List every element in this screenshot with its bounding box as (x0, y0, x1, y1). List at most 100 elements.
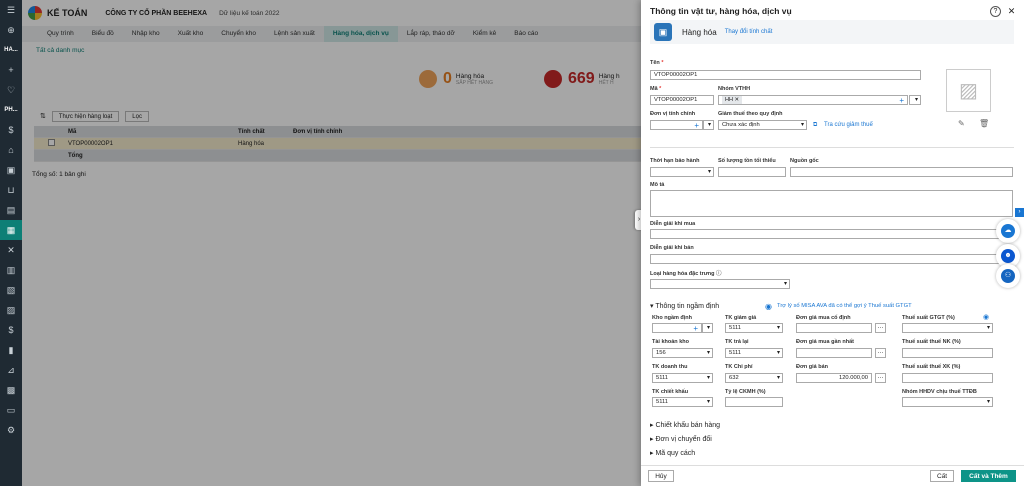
sell-desc-field[interactable] (650, 254, 1013, 264)
bag-icon[interactable]: ▣ (0, 160, 22, 180)
change-type-link[interactable]: Thay đổi tính chất (725, 29, 773, 35)
import-tax-label: Thuế suất thuế NK (%) (902, 339, 961, 345)
fixed-buy-price-more-button[interactable]: … (875, 323, 886, 333)
sidebar-section-label: HA... (4, 47, 18, 53)
settings-icon[interactable]: ⚙ (0, 420, 22, 440)
tax-icon[interactable]: ▨ (0, 300, 22, 320)
vat-rate-select[interactable] (902, 323, 993, 333)
tax-reduce-select[interactable]: Chưa xác định (718, 120, 807, 130)
expense-account-label: TK Chi phí (725, 364, 753, 370)
excise-group-select[interactable] (902, 397, 993, 407)
special-type-select[interactable] (650, 279, 790, 289)
fixed-buy-price-field[interactable] (796, 323, 872, 333)
discount-acc-select[interactable]: 5111 (652, 397, 713, 407)
min-stock-field[interactable] (718, 167, 786, 177)
import-tax-field[interactable] (902, 348, 993, 358)
warehouse-icon[interactable]: ▦ (0, 220, 22, 240)
sale-price-field[interactable]: 120.000,00 (796, 373, 872, 383)
default-warehouse-dropdown[interactable] (702, 323, 713, 333)
info-icon[interactable]: ⓘ (716, 271, 722, 277)
last-buy-price-more-button[interactable]: … (875, 348, 886, 358)
code-field[interactable]: VTOP00002OP1 (650, 95, 714, 105)
default-info-toggle[interactable]: ▾ Thông tin ngầm định (650, 302, 719, 310)
ava-assistant-icon[interactable]: ◉ (983, 313, 989, 321)
cancel-button[interactable]: Hủy (648, 470, 674, 482)
sidebar-section-ph[interactable]: PH... (0, 100, 22, 120)
origin-label: Nguồn gốc (790, 158, 819, 164)
add-warehouse-icon[interactable]: + (693, 325, 698, 333)
add-unit-icon[interactable]: + (694, 122, 699, 130)
sell-desc-label: Diễn giải khi bán (650, 245, 694, 251)
spec-code-toggle[interactable]: ▸ Mã quy cách (650, 449, 695, 457)
close-icon[interactable]: ✕ (1006, 6, 1017, 17)
tax-lookup-icon[interactable]: ⧉ (813, 122, 817, 129)
unit-dropdown[interactable] (703, 120, 714, 130)
save-button[interactable]: Cất (930, 470, 954, 482)
community-icon[interactable]: ⚇ (996, 264, 1020, 288)
cost-icon[interactable]: $ (0, 320, 22, 340)
item-detail-panel: Thông tin vật tư, hàng hóa, dịch vụ ? ✕ … (641, 0, 1024, 486)
bank-icon[interactable]: ⌂ (0, 140, 22, 160)
document-icon[interactable]: ▭ (0, 400, 22, 420)
chart-icon[interactable]: ⊿ (0, 360, 22, 380)
tax-reduce-label: Giảm thuế theo quy định (718, 111, 783, 117)
vat-rate-label: Thuế suất GTGT (%) (902, 315, 955, 321)
unit-conversion-toggle[interactable]: ▸ Đơn vị chuyển đổi (650, 435, 712, 443)
purchase-discount-rate-field[interactable] (725, 397, 783, 407)
help-icon[interactable]: ? (990, 6, 1001, 17)
stock-account-select[interactable]: 156 (652, 348, 713, 358)
add-icon[interactable]: ⊕ (0, 20, 22, 40)
expense-account-select[interactable]: 632 (725, 373, 783, 383)
budget-icon[interactable]: ▩ (0, 380, 22, 400)
save-and-add-button[interactable]: Cất và Thêm (961, 470, 1016, 482)
buy-desc-field[interactable] (650, 229, 1013, 239)
buy-desc-label: Diễn giải khi mua (650, 221, 696, 227)
unit-field[interactable]: + (650, 120, 703, 130)
tax-lookup-link[interactable]: Tra cứu giảm thuế (824, 122, 873, 128)
group-tag[interactable]: HH ✕ (722, 96, 743, 104)
invoice-icon[interactable]: ▤ (0, 200, 22, 220)
description-label: Mô tả (650, 182, 665, 188)
revenue-account-select[interactable]: 5111 (652, 373, 713, 383)
sale-price-more-button[interactable]: … (875, 373, 886, 383)
edit-icon[interactable]: ✎ (958, 119, 965, 128)
image-placeholder[interactable]: ▨ (946, 69, 991, 112)
ava-assistant-icon: ◉ (765, 302, 772, 311)
sidebar-section-ha[interactable]: HA... (0, 40, 22, 60)
default-warehouse-field[interactable]: + (652, 323, 702, 333)
description-field[interactable] (650, 190, 1013, 217)
return-account-select[interactable]: 5111 (725, 348, 783, 358)
payroll-icon[interactable]: ▧ (0, 280, 22, 300)
default-warehouse-label: Kho ngầm định (652, 315, 693, 321)
chat-bubble-icon: ☁ (1001, 224, 1015, 238)
plus-icon[interactable]: + (0, 60, 22, 80)
dollar-icon[interactable]: $ (0, 120, 22, 140)
group-dropdown[interactable] (909, 95, 921, 105)
warranty-label: Thời hạn bảo hành (650, 158, 700, 164)
fixed-buy-price-label: Đơn giá mua cố định (796, 315, 851, 321)
name-field[interactable]: VTOP00002OP1 (650, 70, 921, 80)
origin-field[interactable] (790, 167, 1013, 177)
min-stock-label: Số lượng tồn tối thiểu (718, 158, 776, 164)
trash-icon[interactable]: 🗑 (979, 119, 989, 128)
warranty-select[interactable] (650, 167, 714, 177)
menu-icon[interactable]: ☰ (0, 0, 22, 20)
add-group-icon[interactable]: + (899, 97, 904, 105)
ava-hint-link[interactable]: Trợ lý số MISA AVA đã có thể gợi ý Thuế … (777, 303, 912, 309)
group-field[interactable]: HH ✕ + (718, 95, 908, 105)
expand-rail-icon[interactable]: › (1015, 208, 1024, 217)
report-icon[interactable]: ▮ (0, 340, 22, 360)
sales-discount-toggle[interactable]: ▸ Chiết khấu bán hàng (650, 421, 720, 429)
discount-acc-label: TK chiết khấu (652, 389, 689, 395)
chat-icon[interactable]: ☁ (996, 219, 1020, 243)
tools-icon[interactable]: ✕ (0, 240, 22, 260)
unit-label: Đơn vị tính chính (650, 111, 696, 117)
last-buy-price-field[interactable] (796, 348, 872, 358)
cart-icon[interactable]: ⊔ (0, 180, 22, 200)
image-icon: ▨ (959, 80, 978, 102)
discount-account-select[interactable]: 5111 (725, 323, 783, 333)
return-account-label: TK trả lại (725, 339, 749, 345)
asset-icon[interactable]: ▥ (0, 260, 22, 280)
heart-icon[interactable]: ♡ (0, 80, 22, 100)
export-tax-field[interactable] (902, 373, 993, 383)
